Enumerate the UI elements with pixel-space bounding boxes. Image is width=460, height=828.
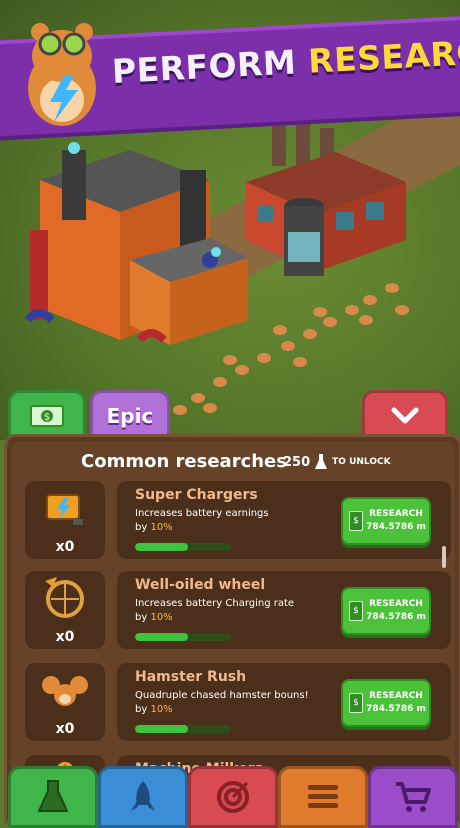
research-description: Increases battery earnings by 10%: [135, 507, 335, 535]
battery-charger-icon: [46, 494, 83, 525]
nav-shop[interactable]: [368, 766, 458, 828]
research-percent: 10%: [150, 704, 173, 715]
unlock-requirement: 250 TO UNLOCK: [283, 453, 391, 471]
research-panel-inner: Common researches 250 TO UNLOCK x0 Super…: [11, 441, 455, 821]
cash-icon: $: [349, 511, 363, 531]
unlock-count: 250: [283, 454, 311, 470]
factory-right: [246, 124, 406, 276]
cash-icon: $: [30, 405, 64, 427]
flask-icon: [38, 780, 68, 812]
hamster-scientist-icon: [28, 23, 96, 126]
hamster-wheel-icon: [45, 577, 84, 618]
nav-menu[interactable]: [278, 766, 368, 828]
research-cost: 784.5786 m: [366, 612, 426, 622]
research-desc-by: by: [135, 612, 148, 623]
research-icon-box: x0: [25, 571, 105, 649]
research-cost: 784.5786 m: [366, 704, 426, 714]
hamsters-icon: [42, 676, 88, 706]
research-button[interactable]: $ RESEARCH 784.5786 m: [341, 497, 431, 545]
category-tabs: $ Epic: [0, 390, 460, 440]
research-button[interactable]: $ RESEARCH 784.5786 m: [341, 587, 431, 635]
research-desc-line: Increases battery earnings: [135, 508, 269, 519]
target-icon: [217, 781, 249, 813]
research-progress-bar: [135, 633, 231, 641]
tab-epic-label: Epic: [106, 404, 154, 428]
research-info: Super Chargers Increases battery earning…: [117, 481, 451, 559]
research-info: Hamster Rush Quadruple chased hamster bo…: [117, 663, 451, 741]
research-desc-line: Increases battery Charging rate: [135, 598, 295, 609]
research-description: Quadruple chased hamster bouns! by 10%: [135, 689, 335, 717]
research-cost: 784.5786 m: [366, 522, 426, 532]
research-icon-box: x0: [25, 481, 105, 559]
svg-text:$: $: [44, 412, 50, 423]
chevron-down-icon: [391, 407, 419, 424]
collapse-button[interactable]: [362, 390, 448, 439]
tab-epic[interactable]: Epic: [90, 390, 170, 439]
cart-icon: [396, 782, 431, 812]
research-description: Increases battery Charging rate by 10%: [135, 597, 335, 625]
nav-rocket[interactable]: [98, 766, 188, 828]
panel-title: Common researches: [81, 451, 287, 472]
nav-missions[interactable]: [188, 766, 278, 828]
research-button-label: RESEARCH: [369, 599, 423, 609]
research-desc-by: by: [135, 522, 148, 533]
menu-icon: [308, 785, 338, 808]
research-icon-box: x0: [25, 663, 105, 741]
research-count: x0: [55, 721, 75, 737]
research-row: x0 Super Chargers Increases battery earn…: [25, 481, 451, 559]
nav-research[interactable]: [8, 766, 98, 828]
panel-header: Common researches 250 TO UNLOCK: [11, 443, 455, 483]
research-name: Super Chargers: [135, 487, 258, 503]
research-count: x0: [55, 539, 75, 555]
research-button-label: RESEARCH: [369, 691, 423, 701]
tab-money[interactable]: $: [8, 390, 86, 439]
research-progress-bar: [135, 543, 231, 551]
cash-icon: $: [349, 601, 363, 621]
research-progress-fill: [135, 725, 188, 733]
rocket-icon: [131, 781, 155, 811]
bottom-nav: [0, 766, 460, 828]
research-progress-fill: [135, 543, 188, 551]
research-percent: 10%: [150, 522, 173, 533]
research-row: x0 Well-oiled wheel Increases battery Ch…: [25, 571, 451, 649]
research-info: Well-oiled wheel Increases battery Charg…: [117, 571, 451, 649]
research-name: Well-oiled wheel: [135, 577, 266, 593]
unlock-text: TO UNLOCK: [332, 457, 391, 467]
research-desc-line: Quadruple chased hamster bouns!: [135, 690, 309, 701]
research-button-label: RESEARCH: [369, 509, 423, 519]
cash-icon: $: [349, 693, 363, 713]
research-name: Hamster Rush: [135, 669, 247, 685]
research-percent: 10%: [150, 612, 173, 623]
research-desc-by: by: [135, 704, 148, 715]
flask-icon: [315, 454, 328, 469]
research-button[interactable]: $ RESEARCH 784.5786 m: [341, 679, 431, 727]
research-row: x0 Hamster Rush Quadruple chased hamster…: [25, 663, 451, 741]
research-progress-bar: [135, 725, 231, 733]
research-progress-fill: [135, 633, 188, 641]
research-count: x0: [55, 629, 75, 645]
scrollbar[interactable]: [442, 546, 446, 568]
